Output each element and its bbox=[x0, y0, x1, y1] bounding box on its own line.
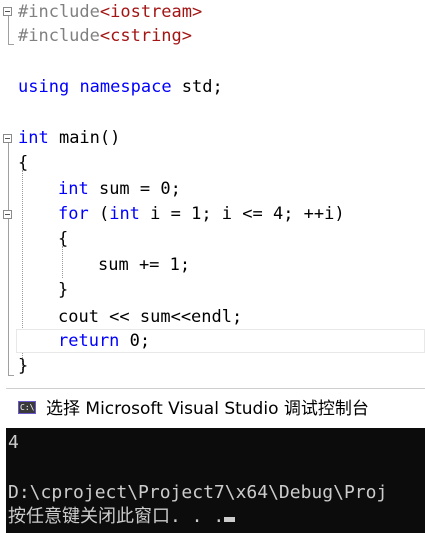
code-line-14: return 0; bbox=[58, 329, 150, 354]
code-line-4: using namespace std; bbox=[18, 75, 223, 100]
fold-end-main bbox=[8, 375, 14, 376]
code-line-7: { bbox=[18, 151, 28, 176]
keyword: for bbox=[58, 204, 89, 224]
code-text: sum += 1; bbox=[98, 255, 191, 275]
code-text: { bbox=[58, 229, 69, 249]
code-text: } bbox=[58, 280, 69, 300]
code-text: std; bbox=[171, 77, 223, 97]
console-cursor bbox=[224, 517, 236, 522]
code-line-8: int sum = 0; bbox=[58, 177, 181, 202]
console-path-line: D:\cproject\Project7\x64\Debug\Proj bbox=[8, 482, 388, 503]
code-line-13: cout << sum<<endl; bbox=[58, 305, 242, 330]
code-text: { bbox=[18, 153, 29, 173]
include-header: <cstring> bbox=[99, 26, 193, 46]
fold-end-includes bbox=[8, 44, 14, 45]
console-output: 4 bbox=[8, 432, 19, 453]
keyword: using bbox=[18, 77, 70, 97]
code-line-9: for (int i = 1; i <= 4; ++i) bbox=[58, 204, 345, 224]
code-line-12: } bbox=[58, 278, 68, 303]
code-line-15: } bbox=[18, 354, 28, 379]
fold-toggle-for[interactable] bbox=[3, 210, 12, 219]
code-text: cout << sum<<endl; bbox=[58, 307, 243, 327]
fold-line-main bbox=[8, 143, 9, 375]
code-text: main() bbox=[48, 128, 121, 148]
fold-toggle-includes[interactable] bbox=[3, 7, 12, 16]
code-text: sum = 0; bbox=[88, 179, 181, 199]
keyword: namespace bbox=[79, 77, 172, 97]
preprocessor-directive: #include bbox=[18, 2, 100, 22]
include-header: <iostream> bbox=[99, 2, 203, 22]
keyword: int bbox=[109, 204, 140, 224]
keyword: return bbox=[58, 331, 120, 351]
console-app-icon: C:\ bbox=[18, 401, 36, 414]
keyword: int bbox=[18, 128, 49, 148]
code-text: i = 1; i <= 4; ++i) bbox=[139, 204, 345, 224]
code-line-6: int main() bbox=[18, 126, 120, 151]
console-title: 选择 Microsoft Visual Studio 调试控制台 bbox=[46, 399, 369, 419]
code-editor[interactable]: #include<iostream> #include<cstring> usi… bbox=[0, 0, 425, 388]
console-titlebar[interactable]: C:\ 选择 Microsoft Visual Studio 调试控制台 bbox=[6, 388, 425, 428]
debug-console-window[interactable]: C:\ 选择 Microsoft Visual Studio 调试控制台 4 D… bbox=[6, 388, 425, 533]
fold-toggle-main[interactable] bbox=[3, 134, 12, 143]
code-line-10: { bbox=[58, 227, 68, 252]
console-prompt-line: 按任意键关闭此窗口. . . bbox=[8, 506, 236, 528]
code-text: } bbox=[18, 356, 29, 376]
fold-line-includes bbox=[8, 16, 9, 44]
preprocessor-directive: #include bbox=[18, 26, 100, 46]
code-line-11: sum += 1; bbox=[98, 253, 190, 278]
code-line-2: #include<cstring> bbox=[18, 24, 192, 49]
code-line-1: #include<iostream> bbox=[18, 0, 202, 25]
keyword: int bbox=[58, 179, 89, 199]
console-prompt-text: 按任意键关闭此窗口. . . bbox=[8, 506, 225, 527]
code-text: 0; bbox=[119, 331, 151, 351]
console-icon-label: C:\ bbox=[20, 403, 35, 412]
